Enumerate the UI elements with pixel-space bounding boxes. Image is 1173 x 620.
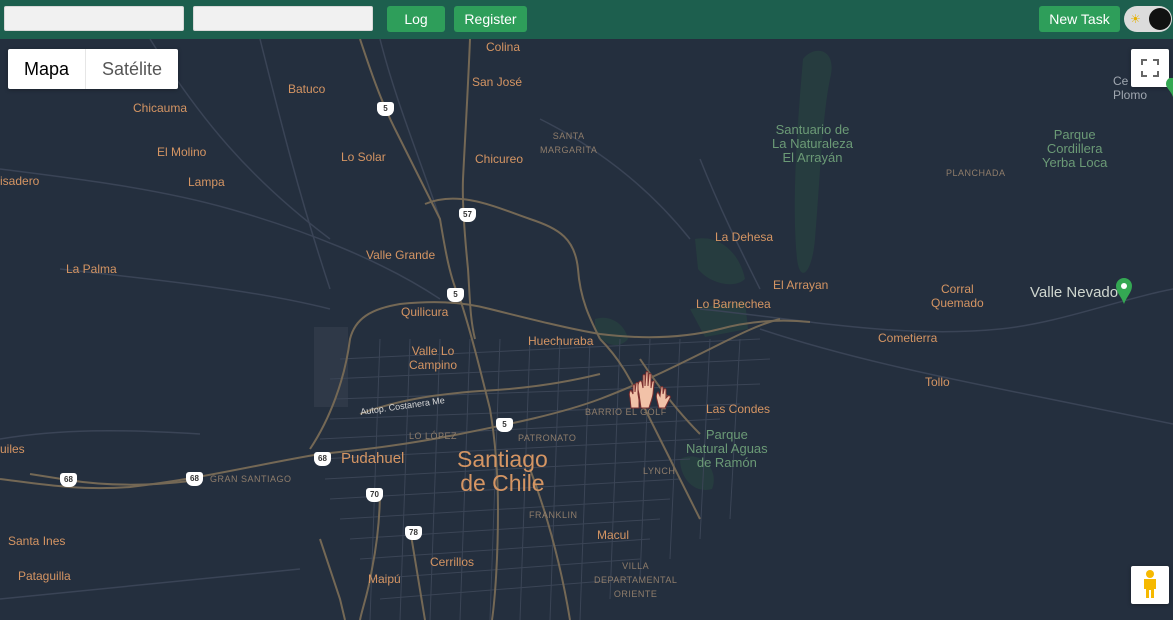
top-navbar: Log in Register New Task ☀ [0, 0, 1173, 53]
label-el-molino: El Molino [157, 145, 207, 159]
label-villa-departamental-oriente: VILLA DEPARTAMENTAL ORIENTE [594, 561, 678, 599]
route-shield-68: 68 [314, 452, 331, 466]
label-parque-cordillera: Parque Cordillera Yerba Loca [1042, 127, 1108, 170]
label-san-jose: San José [472, 75, 523, 89]
label-maipu: Maipú [368, 572, 401, 586]
label-cerrillos: Cerrillos [430, 555, 475, 569]
username-input[interactable] [4, 6, 184, 31]
map-type-mapa[interactable]: Mapa [8, 49, 87, 89]
label-batuco: Batuco [288, 82, 326, 96]
label-las-condes: Las Condes [706, 402, 771, 416]
label-la-palma: La Palma [66, 262, 117, 276]
label-quilicura: Quilicura [401, 305, 449, 319]
map-canvas[interactable]: Colina San José Batuco Chicauma SANTA MA… [0, 39, 1173, 620]
raised-hands-icon[interactable] [627, 370, 671, 410]
label-santuario-arrayan: Santuario de La Naturaleza El Arrayán [772, 122, 853, 165]
new-task-button[interactable]: New Task [1039, 6, 1120, 32]
label-planchada: PLANCHADA [946, 168, 1006, 178]
map-type-satelite[interactable]: Satélite [86, 49, 178, 89]
route-shield-78: 78 [405, 526, 422, 540]
label-la-dehesa: La Dehesa [715, 230, 774, 244]
map-pin-icon[interactable] [1165, 78, 1173, 98]
label-lynch: LYNCH [643, 466, 676, 476]
password-input[interactable] [193, 6, 373, 31]
label-parque-aguas-ramon: Parque Natural Aguas de Ramón [686, 427, 768, 470]
label-pudahuel: Pudahuel [341, 450, 405, 467]
label-corral-quemado: Corral Quemado [931, 282, 984, 310]
label-macul: Macul [597, 528, 630, 542]
route-shield-70: 70 [366, 488, 383, 502]
label-chicureo: Chicureo [475, 152, 524, 166]
label-patronato: PATRONATO [518, 433, 577, 443]
label-valle-grande: Valle Grande [366, 248, 436, 262]
label-isadero: isadero [0, 174, 40, 188]
label-el-arrayan: El Arrayan [773, 278, 829, 292]
label-lampa: Lampa [188, 175, 225, 189]
label-uiles: uiles [0, 442, 25, 456]
map-base-layer [0, 39, 1173, 620]
toggle-knob [1149, 8, 1171, 30]
map-type-control: Mapa Satélite [8, 49, 179, 89]
label-chicauma: Chicauma [133, 101, 188, 115]
route-shield-5: 5 [496, 418, 513, 432]
register-button[interactable]: Register [454, 6, 527, 32]
label-franklin: FRANKLIN [529, 510, 578, 520]
route-shield-68: 68 [186, 472, 203, 486]
route-shield-57: 57 [459, 208, 476, 222]
label-santiago-de-chile: Santiago de Chile [457, 446, 548, 496]
label-colina: Colina [486, 40, 521, 54]
label-tollo: Tollo [925, 375, 950, 389]
fullscreen-icon [1141, 59, 1159, 77]
label-valle-lo-campino: Valle Lo Campino [409, 344, 458, 372]
label-santa-ines: Santa Ines [8, 534, 66, 548]
pegman-icon [1144, 570, 1156, 598]
sun-icon: ☀ [1130, 12, 1141, 26]
route-shield-68: 68 [60, 473, 77, 487]
label-huechuraba: Huechuraba [528, 334, 594, 348]
street-view-button[interactable] [1131, 566, 1169, 604]
label-lo-barnechea: Lo Barnechea [696, 297, 771, 311]
label-lo-solar: Lo Solar [341, 150, 386, 164]
route-shield-5: 5 [447, 288, 464, 302]
label-valle-nevado: Valle Nevado [1030, 284, 1119, 301]
label-gran-santiago: GRAN SANTIAGO [210, 474, 292, 484]
theme-toggle[interactable]: ☀ [1124, 6, 1172, 32]
fullscreen-button[interactable] [1131, 49, 1169, 87]
route-shield-5: 5 [377, 102, 394, 116]
label-cometierra: Cometierra [878, 331, 938, 345]
label-lo-lopez: LO LÓPEZ [409, 431, 458, 441]
map-pin-icon[interactable] [1115, 277, 1133, 305]
login-button[interactable]: Log in [387, 6, 445, 53]
label-santa-margarita: SANTA MARGARITA [540, 131, 598, 155]
label-pataguilla: Pataguilla [18, 569, 71, 583]
